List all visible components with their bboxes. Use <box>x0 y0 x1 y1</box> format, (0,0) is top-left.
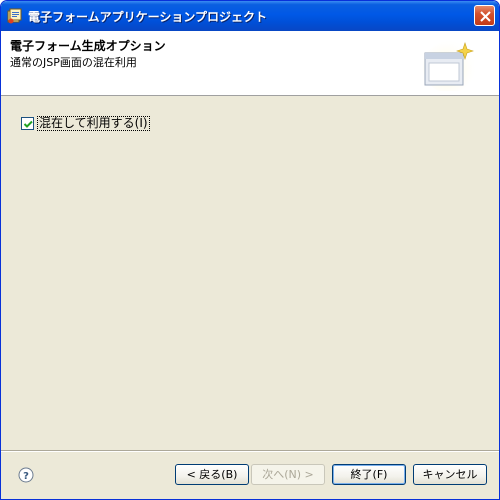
page-title: 電子フォーム生成オプション <box>10 39 166 53</box>
next-button[interactable]: 次へ(N) > <box>251 464 325 485</box>
wizard-app-icon <box>7 8 23 24</box>
wizard-header: 電子フォーム生成オプション 通常のJSP画面の混在利用 <box>1 31 499 96</box>
wizard-body: 混在して利用する(I) <box>1 97 499 432</box>
mix-use-option[interactable]: 混在して利用する(I) <box>21 115 150 131</box>
close-icon <box>480 11 491 22</box>
back-button[interactable]: < 戻る(B) <box>175 464 249 485</box>
footer-separator <box>1 450 499 452</box>
help-icon[interactable]: ? <box>18 467 34 483</box>
svg-text:?: ? <box>23 471 29 482</box>
mix-use-label[interactable]: 混在して利用する(I) <box>37 115 150 131</box>
checkmark-icon <box>23 120 33 128</box>
title-bar[interactable]: 電子フォームアプリケーションプロジェクト <box>1 1 499 31</box>
close-button[interactable] <box>474 5 495 26</box>
cancel-button[interactable]: キャンセル <box>413 464 487 485</box>
wizard-banner-icon <box>421 39 477 93</box>
window-title: 電子フォームアプリケーションプロジェクト <box>28 10 268 24</box>
wizard-dialog: 電子フォームアプリケーションプロジェクト 電子フォーム生成オプション 通常のJS… <box>0 0 500 500</box>
finish-button[interactable]: 終了(F) <box>332 464 406 485</box>
page-description: 通常のJSP画面の混在利用 <box>10 56 137 69</box>
mix-use-checkbox[interactable] <box>21 116 34 130</box>
